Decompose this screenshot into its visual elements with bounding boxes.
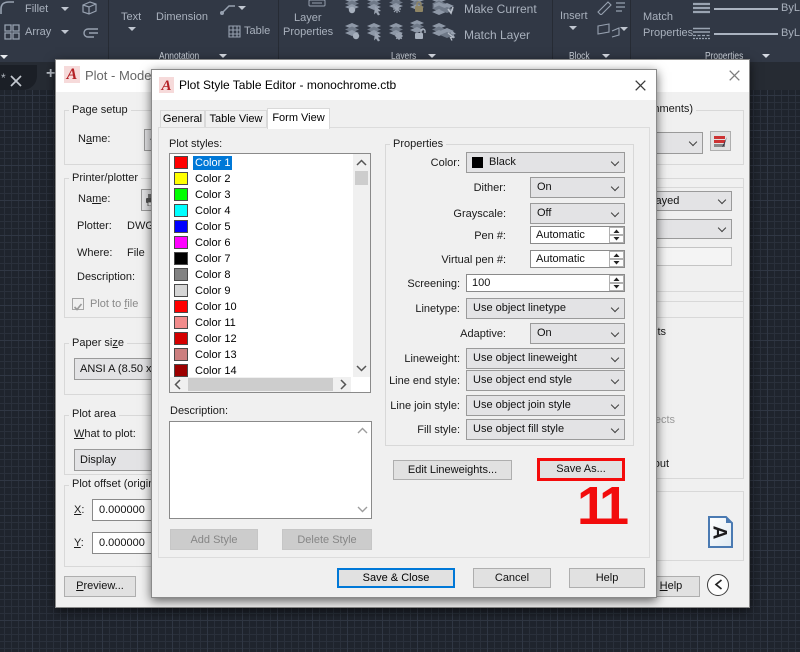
svg-text:A: A	[709, 526, 730, 540]
